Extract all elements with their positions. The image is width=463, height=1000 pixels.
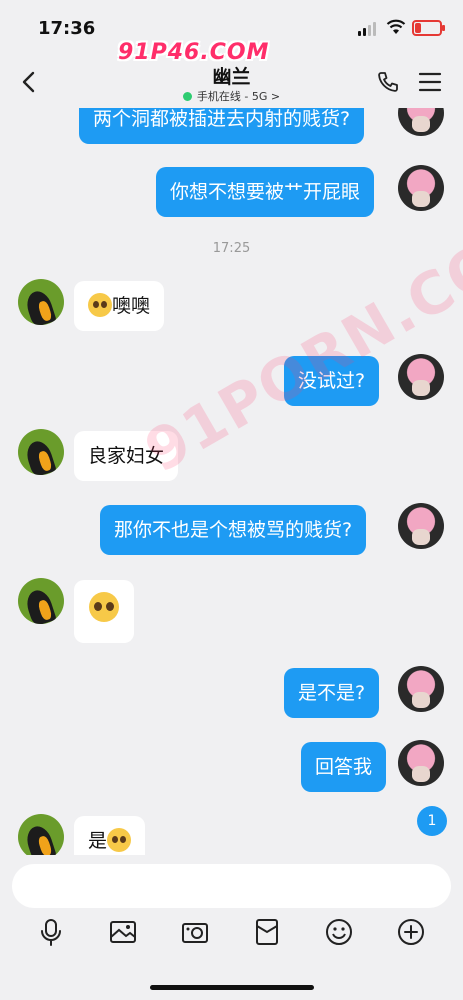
phone-icon[interactable] (376, 70, 400, 94)
my-avatar[interactable] (398, 503, 444, 549)
message-bubble-sent[interactable]: 那你不也是个想被骂的贱货? (100, 505, 367, 555)
message-bubble-sent[interactable]: 两个洞都被插进去内射的贱货? (79, 108, 365, 144)
message-bubble-received[interactable] (74, 580, 134, 643)
my-avatar[interactable] (398, 740, 444, 786)
wifi-icon (386, 19, 406, 34)
message-text: 噢噢 (112, 295, 151, 317)
message-text: 你想不想要被艹开屁眼 (170, 181, 361, 203)
add-icon[interactable] (396, 917, 426, 947)
message-input[interactable] (12, 864, 451, 908)
online-dot-icon (182, 92, 192, 101)
message-bubble-sent[interactable]: 你想不想要被艹开屁眼 (156, 167, 375, 217)
contact-avatar[interactable] (18, 814, 64, 855)
input-area (0, 855, 463, 1000)
emoji-icon (88, 293, 112, 317)
home-indicator[interactable] (150, 985, 314, 990)
contact-avatar[interactable] (18, 429, 64, 475)
battery-icon (412, 20, 445, 36)
emoji-icon[interactable] (324, 917, 354, 947)
my-avatar[interactable] (398, 108, 444, 136)
emoji-icon (89, 592, 119, 622)
contact-avatar[interactable] (18, 578, 64, 624)
mic-icon[interactable] (36, 917, 66, 947)
message-bubble-sent[interactable]: 回答我 (301, 742, 387, 792)
camera-icon[interactable] (180, 917, 210, 947)
message-bubble-received[interactable]: 噢噢 (74, 281, 165, 331)
message-bubble-received[interactable]: 是 (74, 816, 146, 855)
message-text: 那你不也是个想被骂的贱货? (114, 519, 353, 541)
chevron-right-icon: > (270, 90, 281, 103)
menu-icon[interactable] (418, 71, 442, 93)
red-packet-icon[interactable] (252, 917, 282, 947)
message-bubble-sent[interactable]: 是不是? (284, 668, 380, 718)
my-avatar[interactable] (398, 354, 444, 400)
my-avatar[interactable] (398, 666, 444, 712)
my-avatar[interactable] (398, 165, 444, 211)
emoji-icon (107, 828, 132, 852)
chat-area[interactable]: 91PORN.COM 两个洞都被插进去内射的贱货? 你想不想要被艹开屁眼 17:… (0, 108, 463, 855)
message-text: 两个洞都被插进去内射的贱货? (93, 108, 351, 130)
contact-avatar[interactable] (18, 279, 64, 325)
message-timestamp: 17:25 (212, 241, 251, 256)
message-text: 是不是? (298, 682, 366, 704)
status-time: 17:36 (38, 18, 96, 39)
unread-badge[interactable]: 1 (417, 806, 447, 836)
image-icon[interactable] (108, 917, 138, 947)
online-status-text: 手机在线 - 5G (196, 90, 268, 103)
watermark-top: 91P46.COM (118, 40, 270, 65)
message-text: 回答我 (315, 756, 373, 778)
message-text: 是 (88, 830, 108, 852)
signal-icon (358, 22, 378, 36)
